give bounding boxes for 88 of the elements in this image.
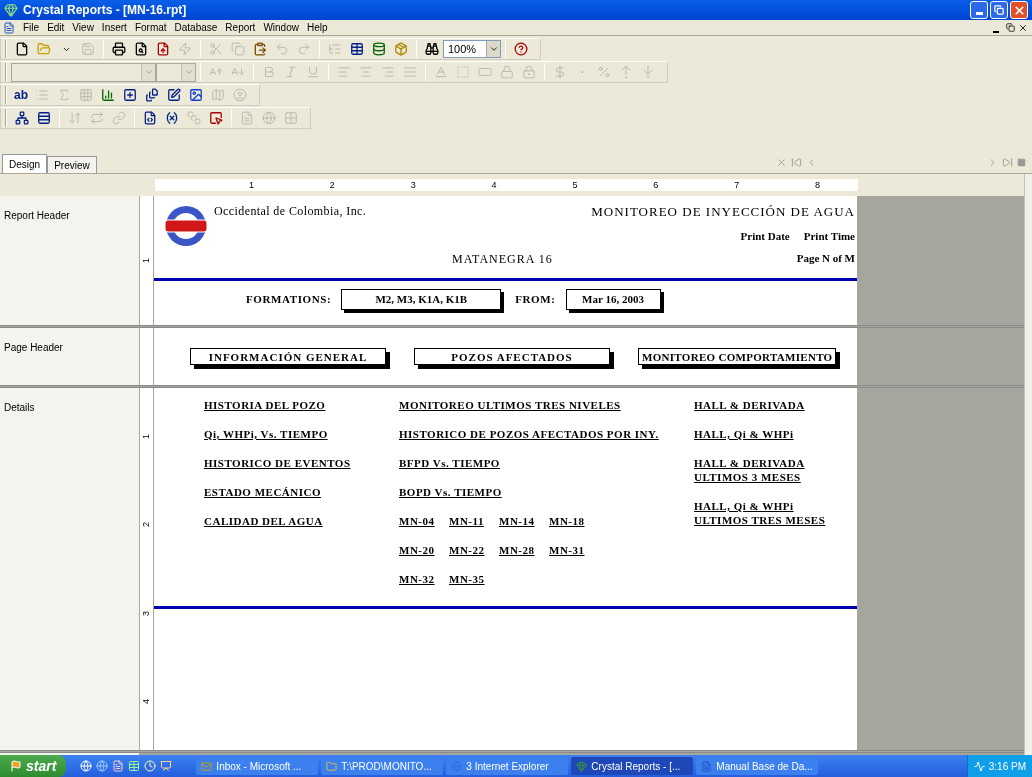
report-link[interactable]: HALL & DERIVADA ULTIMOS 3 MESES <box>694 456 805 484</box>
logo-icon <box>164 204 208 248</box>
report-link[interactable]: HALL, Qi & WHPi <box>694 427 794 441</box>
vertical-ruler: 1 2 3 4 <box>140 388 154 750</box>
first-page-icon[interactable] <box>791 157 802 168</box>
network-icon[interactable] <box>973 760 985 772</box>
text-object-button[interactable]: ab <box>11 85 31 105</box>
slides-icon[interactable] <box>160 760 173 772</box>
menu-item[interactable]: File <box>19 20 44 35</box>
restore-icon <box>994 5 1004 15</box>
report-link[interactable]: MN-28 <box>499 543 535 557</box>
menu-item[interactable]: Edit <box>43 20 69 35</box>
report-link[interactable]: BOPD Vs. TIEMPO <box>399 485 502 499</box>
report-link[interactable]: MN-35 <box>449 572 485 586</box>
document-icon <box>701 760 713 772</box>
report-link[interactable]: HISTORICO DE EVENTOS <box>204 456 351 470</box>
report-link[interactable]: HALL, Qi & WHPi ULTIMOS TRES MESES <box>694 499 826 527</box>
taskbar-button[interactable]: Crystal Reports - [... <box>571 757 694 775</box>
mail-icon <box>201 760 213 772</box>
report-link[interactable]: CALIDAD DEL AGUA <box>204 514 323 528</box>
section-label[interactable]: Report Header <box>4 210 70 221</box>
horizontal-ruler: 1 2 3 4 5 6 7 8 <box>155 179 858 191</box>
report-link[interactable]: MN-31 <box>549 543 585 557</box>
menu-item[interactable]: View <box>68 20 98 35</box>
report-link[interactable]: MN-04 <box>399 514 435 528</box>
flag-icon <box>10 760 22 772</box>
print-time-field: Print Time <box>803 227 855 244</box>
close-icon <box>1012 3 1026 17</box>
spreadsheet-icon[interactable] <box>128 760 141 772</box>
taskbar-button[interactable]: Manual Base de Da... <box>696 757 819 775</box>
gem-icon <box>576 760 588 772</box>
report-link[interactable]: ESTADO MECÁNICO <box>204 485 321 499</box>
menu-item[interactable]: Insert <box>97 20 131 35</box>
filter-label: FORMATIONS: <box>246 292 332 307</box>
taskbar-button[interactable]: 3 Internet Explorer <box>446 757 569 775</box>
section-label[interactable]: Page Header <box>4 342 63 353</box>
report-link[interactable]: HISTORICO DE POZOS AFECTADOS POR INY. <box>399 427 659 441</box>
vertical-scrollbar[interactable] <box>1024 174 1032 755</box>
report-link[interactable]: Qi, WHPi, Vs. TIEMPO <box>204 427 328 441</box>
filter-value: M2, M3, K1A, K1B <box>341 289 502 310</box>
tab[interactable]: Preview <box>47 156 97 173</box>
document-icon[interactable] <box>112 760 125 772</box>
filter-label: FROM: <box>515 292 556 307</box>
browser-icon[interactable] <box>96 760 109 772</box>
document-icon <box>3 21 15 34</box>
restore-icon <box>1005 23 1015 32</box>
report-link[interactable]: HALL & DERIVADA <box>694 398 805 412</box>
window-title: Crystal Reports - [MN-16.rpt] <box>23 2 188 19</box>
section-label[interactable]: Details <box>4 402 35 413</box>
taskbar-button[interactable]: Inbox - Microsoft ... <box>196 757 319 775</box>
stop-icon[interactable] <box>1017 158 1026 167</box>
last-page-icon[interactable] <box>1002 157 1013 168</box>
report-title: MONITOREO DE INYECCIÓN DE AGUA <box>591 203 855 221</box>
menu-item[interactable]: Database <box>170 20 222 35</box>
close-icon[interactable] <box>776 157 787 168</box>
report-link[interactable]: MN-18 <box>549 514 585 528</box>
report-link[interactable]: MN-22 <box>449 543 485 557</box>
caret-icon <box>488 44 499 54</box>
clock-icon[interactable] <box>144 760 157 772</box>
close-icon <box>1018 22 1028 33</box>
menu-item[interactable]: Format <box>130 20 171 35</box>
print-date-field: Print Date <box>740 227 790 244</box>
restore-button[interactable] <box>1003 20 1017 35</box>
menu-item[interactable]: Report <box>221 20 260 35</box>
vertical-ruler: 1 <box>140 196 154 325</box>
company-name: Occidental de Colombia, Inc. <box>214 203 367 220</box>
app-icon <box>4 3 18 17</box>
field-name: MATANEGRA 16 <box>452 251 553 268</box>
report-link[interactable]: MN-32 <box>399 572 435 586</box>
caret-icon <box>183 67 194 77</box>
report-link[interactable]: MN-11 <box>449 514 484 528</box>
caret-icon <box>143 67 154 77</box>
report-link[interactable]: MN-14 <box>499 514 535 528</box>
filter-value: Mar 16, 2003 <box>565 289 661 310</box>
tab[interactable]: Design <box>2 154 48 173</box>
report-link[interactable]: BFPD Vs. TIEMPO <box>399 456 500 470</box>
report-link[interactable]: MN-20 <box>399 543 435 557</box>
menu-item[interactable]: Window <box>259 20 303 35</box>
report-link[interactable]: HISTORIA DEL POZO <box>204 398 326 412</box>
zoom-combo[interactable]: 100% <box>443 40 501 58</box>
clock: 3:16 PM <box>988 759 1026 774</box>
page-number-field: Page N of M <box>796 250 855 268</box>
taskbar-button[interactable]: T:\PROD\MONITO... <box>321 757 444 775</box>
restore-button[interactable] <box>990 1 1008 19</box>
folder-icon <box>326 760 338 772</box>
report-link[interactable]: MONITOREO ULTIMOS TRES NIVELES <box>399 398 621 412</box>
menu-item[interactable]: Help <box>302 20 332 35</box>
start-button[interactable]: start <box>0 755 67 777</box>
